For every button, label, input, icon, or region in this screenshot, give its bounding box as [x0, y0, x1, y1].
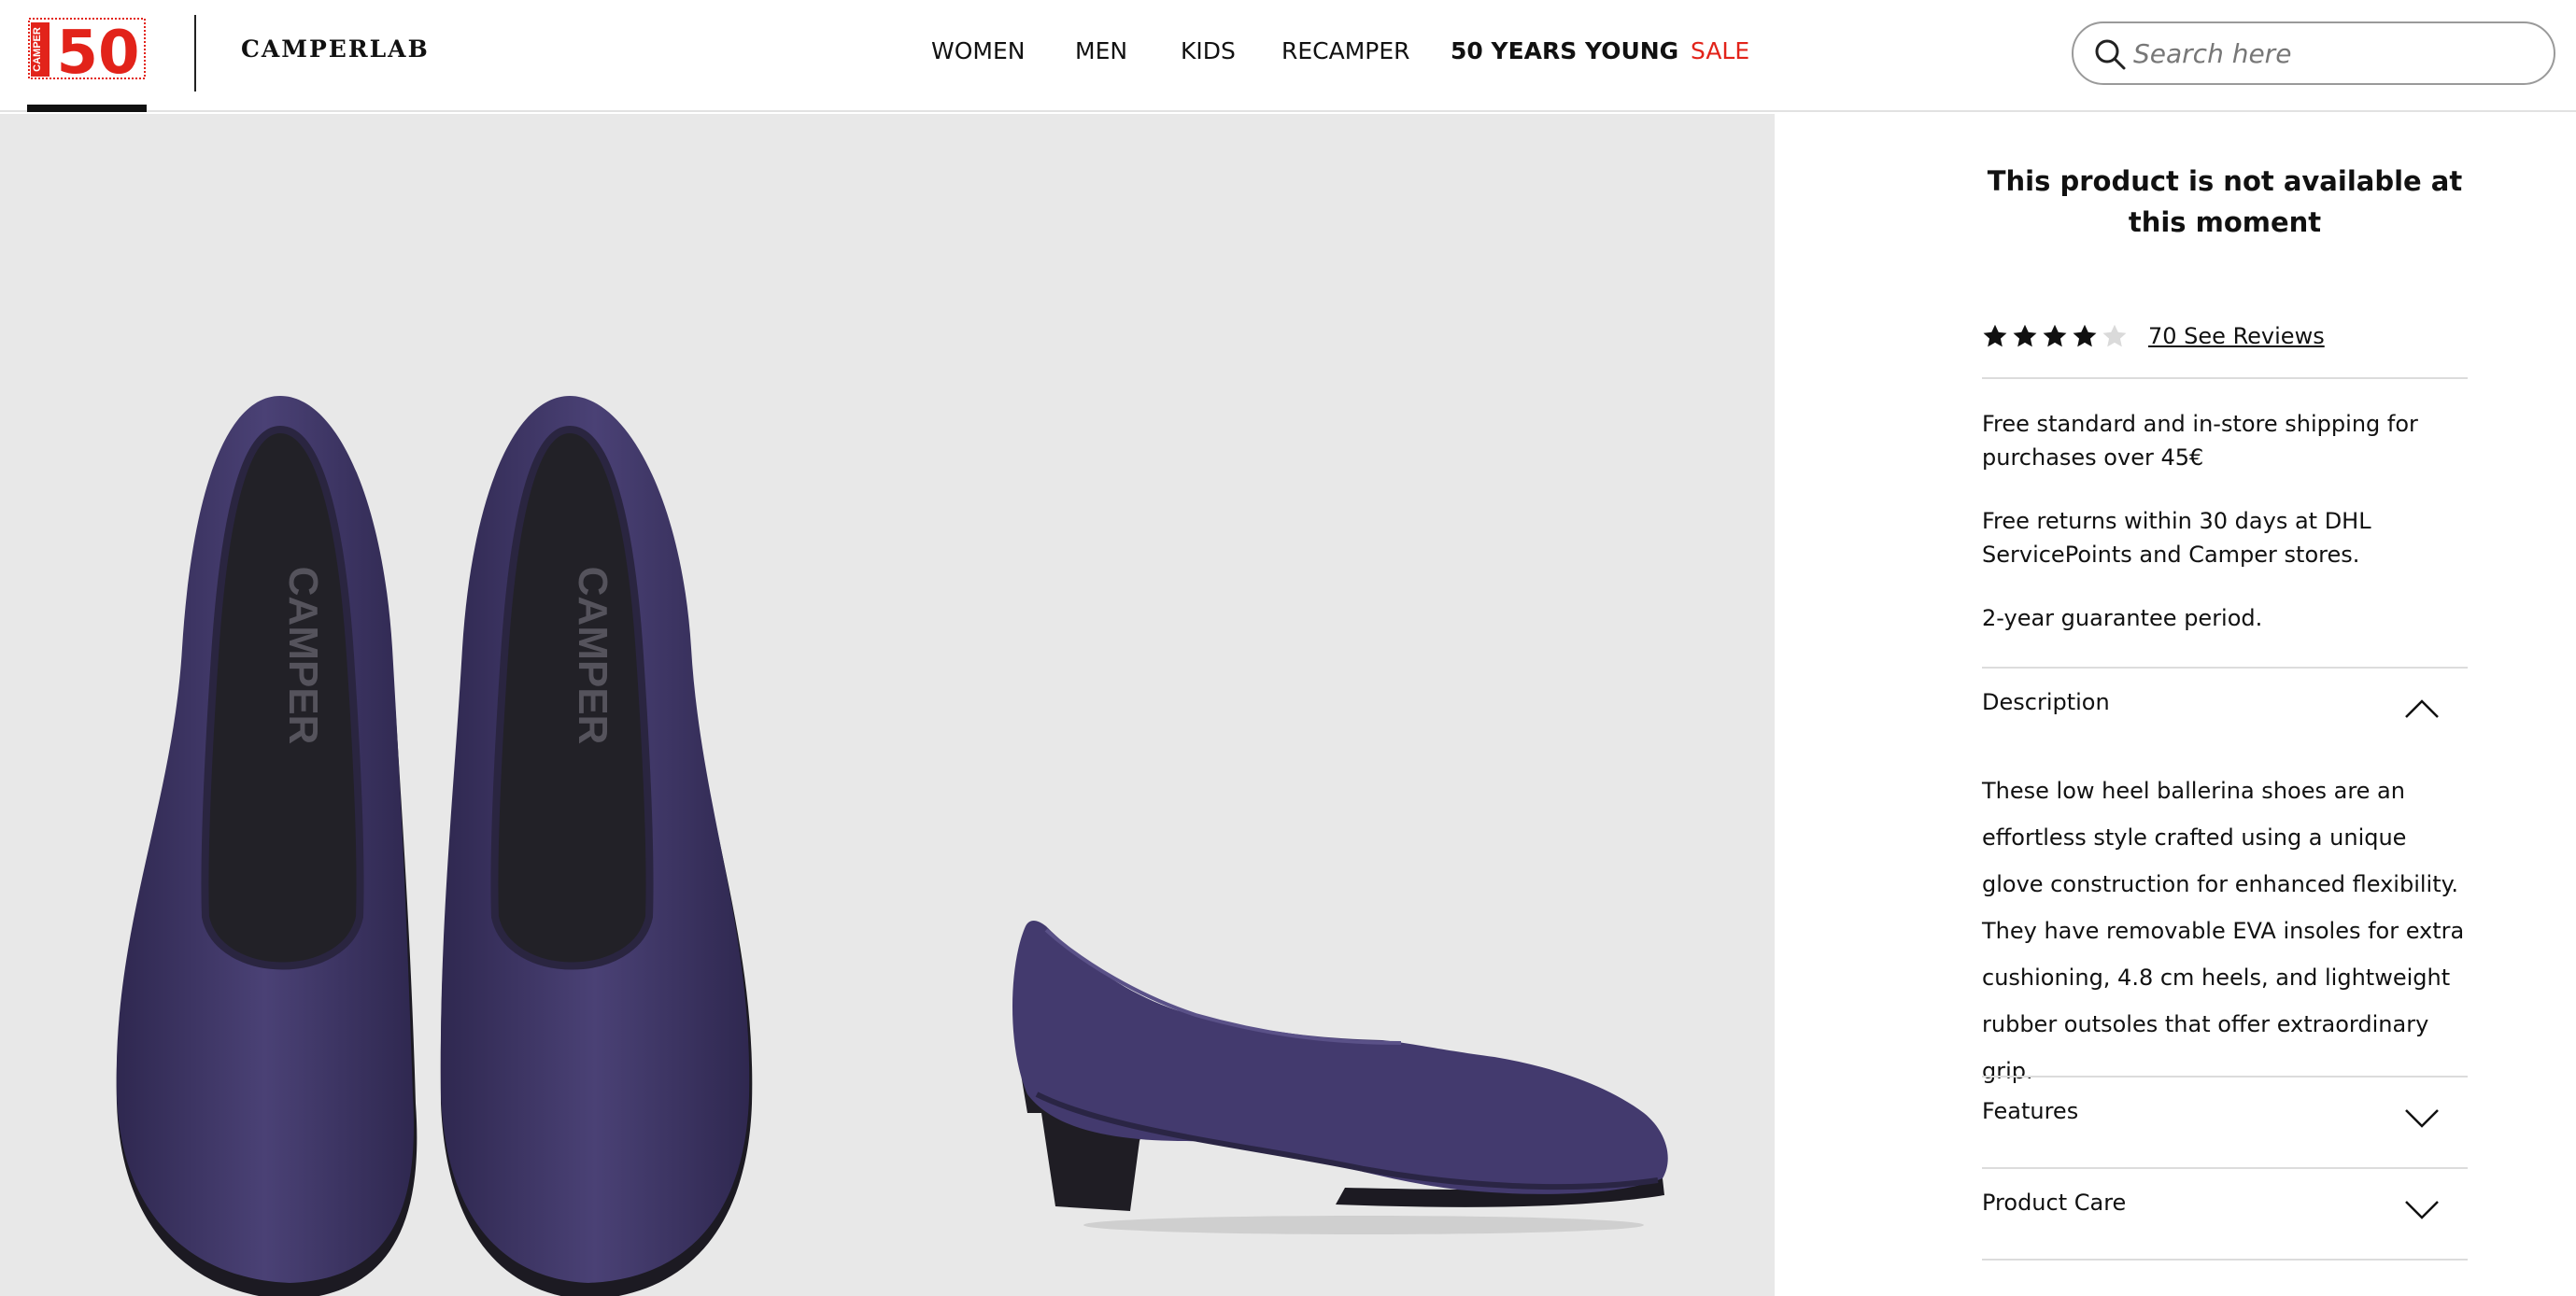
svg-text:CAMPER: CAMPER: [32, 27, 43, 72]
nav-kids[interactable]: KIDS: [1181, 37, 1236, 64]
guarantee-info: 2-year guarantee period.: [1982, 605, 2263, 631]
divider: [1982, 1076, 2468, 1078]
star-filled-icon: [2013, 324, 2037, 347]
accordion-product-care[interactable]: Product Care: [1982, 1176, 2468, 1233]
product-image-side-view[interactable]: [971, 833, 1681, 1262]
product-gallery: CAMPER CAMPER: [0, 114, 1775, 1296]
camper-50-logo[interactable]: CAMPER 50: [27, 17, 147, 80]
svg-text:CAMPER: CAMPER: [280, 567, 326, 745]
rating-stars: [1982, 323, 2128, 349]
nav-50-years-young[interactable]: 50 YEARS YOUNG: [1451, 37, 1678, 64]
shipping-info: Free standard and in-store shipping for …: [1982, 411, 2418, 471]
accordion-title: Product Care: [1982, 1190, 2127, 1216]
chevron-up-icon[interactable]: [2404, 698, 2440, 719]
returns-info: Free returns within 30 days at DHL Servi…: [1982, 508, 2371, 568]
camperlab-brand[interactable]: CAMPERLAB: [241, 35, 430, 63]
divider: [1982, 667, 2468, 669]
star-filled-icon: [2073, 324, 2097, 347]
availability-notice: This product is not available at this mo…: [1987, 165, 2463, 238]
accordion-description[interactable]: Description: [1982, 676, 2468, 732]
accordion-title: Description: [1982, 689, 2110, 715]
accordion-title: Features: [1982, 1098, 2079, 1124]
active-logo-indicator: [27, 105, 147, 112]
nav-men[interactable]: MEN: [1075, 37, 1127, 64]
star-filled-icon: [2043, 324, 2067, 347]
divider: [1982, 1259, 2468, 1261]
divider: [1982, 377, 2468, 379]
nav-women[interactable]: WOMEN: [931, 37, 1025, 64]
brand-divider: [194, 15, 196, 92]
product-rating: 70 See Reviews: [1982, 317, 2325, 355]
star-filled-icon: [1983, 324, 2007, 347]
divider: [1982, 1167, 2468, 1169]
nav-recamper[interactable]: RECAMPER: [1281, 37, 1410, 64]
see-reviews-link[interactable]: 70 See Reviews: [2148, 323, 2325, 349]
product-image-top-view[interactable]: CAMPER CAMPER: [93, 375, 785, 1296]
product-description: These low heel ballerina shoes are an ef…: [1982, 778, 2465, 1084]
accordion-features[interactable]: Features: [1982, 1085, 2468, 1141]
search-input[interactable]: [2133, 33, 2535, 74]
svg-text:CAMPER: CAMPER: [570, 567, 616, 745]
svg-text:50: 50: [56, 19, 139, 80]
star-empty-icon: [2102, 324, 2127, 347]
chevron-down-icon[interactable]: [2404, 1107, 2440, 1128]
search-box[interactable]: [2072, 21, 2555, 85]
site-header: CAMPER 50 CAMPERLAB WOMEN MEN KIDS RECAM…: [0, 0, 2576, 112]
search-icon[interactable]: [2092, 36, 2128, 72]
chevron-down-icon[interactable]: [2404, 1199, 2440, 1219]
nav-sale[interactable]: SALE: [1691, 37, 1749, 64]
